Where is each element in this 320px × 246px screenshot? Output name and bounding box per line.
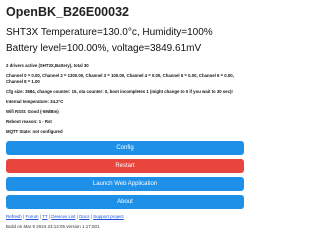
forum-link[interactable]: Forum xyxy=(25,214,38,219)
support-project-link[interactable]: Support project xyxy=(93,214,124,219)
cfg-status: Cfg size: 3584, change counter: 15, ota … xyxy=(6,89,233,94)
build-info: Build on Mar 9 2024 23:14:05 version 1.1… xyxy=(6,224,100,229)
refresh-link[interactable]: Refresh xyxy=(6,214,22,219)
restart-button[interactable]: Restart xyxy=(6,159,244,173)
devices-list-link[interactable]: Devices List xyxy=(51,214,75,219)
channels-status: Channel 0 = 0.00, Channel 2 = 1300.00, C… xyxy=(6,73,234,84)
config-button[interactable]: Config xyxy=(6,141,244,155)
main-page: OpenBK_B26E00032 SHT3X Temperature=130.0… xyxy=(0,0,250,230)
reboot-reason: Reboot reason: 1 - Rst xyxy=(6,119,52,124)
about-button[interactable]: About xyxy=(6,195,244,209)
sensor-reading: SHT3X Temperature=130.0°c, Humidity=100% xyxy=(6,27,213,38)
tt-link[interactable]: TT xyxy=(42,214,47,219)
mqtt-state: MQTT State: not configured xyxy=(6,129,63,134)
link-separator: | xyxy=(39,214,41,219)
footer-links: Refresh | Forum | TT | Devices List | Do… xyxy=(6,213,244,220)
wifi-rssi: Wifi RSSI: Good (-59dBm) xyxy=(6,109,59,114)
drivers-status: 2 drivers active (SHT3X,Battery), total … xyxy=(6,63,89,68)
launch-web-app-button[interactable]: Launch Web Application xyxy=(6,177,244,191)
docs-link[interactable]: Docs xyxy=(79,214,89,219)
device-title: OpenBK_B26E00032 xyxy=(6,5,129,19)
link-separator: | xyxy=(76,214,78,219)
internal-temperature: Internal temperature: 34.2°C xyxy=(6,99,64,104)
link-separator: | xyxy=(90,214,92,219)
battery-reading: Battery level=100.00%, voltage=3849.61mV xyxy=(6,43,202,54)
link-separator: | xyxy=(48,214,50,219)
